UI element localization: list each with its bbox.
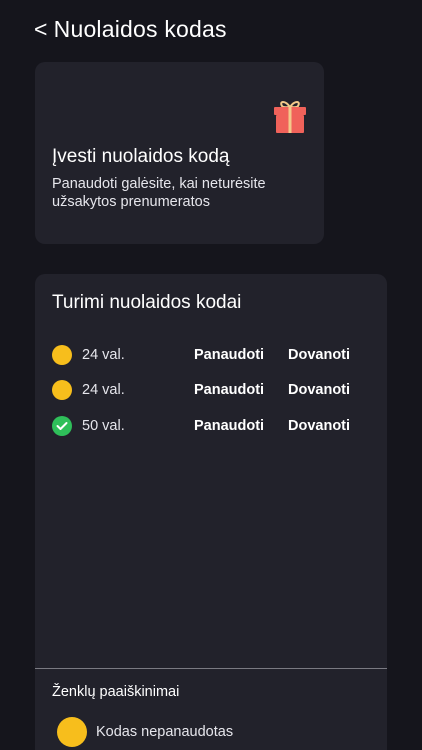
enter-code-card[interactable]: Įvesti nuolaidos kodą Panaudoti galėsite… bbox=[35, 62, 324, 244]
available-codes-card: Turimi nuolaidos kodai 24 val. Panaudoti… bbox=[35, 274, 387, 750]
gift-icon bbox=[274, 101, 306, 133]
available-codes-title: Turimi nuolaidos kodai bbox=[52, 292, 242, 313]
legend-title: Ženklų paaiškinimai bbox=[52, 684, 180, 700]
code-amount: 24 val. bbox=[82, 347, 125, 363]
back-chevron-icon: < bbox=[34, 16, 48, 42]
legend-item: Kodas nepanaudotas bbox=[57, 717, 233, 747]
use-code-button[interactable]: Panaudoti bbox=[194, 347, 288, 363]
gift-code-button[interactable]: Dovanoti bbox=[288, 382, 350, 398]
enter-code-subtitle: Panaudoti galėsite, kai neturėsite užsak… bbox=[52, 176, 266, 210]
unused-status-icon bbox=[52, 345, 72, 365]
enter-code-title: Įvesti nuolaidos kodą bbox=[52, 146, 230, 167]
gift-code-button[interactable]: Dovanoti bbox=[288, 418, 350, 434]
code-row: 50 val. Panaudoti Dovanoti bbox=[52, 414, 372, 438]
unused-legend-icon bbox=[57, 717, 87, 747]
code-row: 24 val. Panaudoti Dovanoti bbox=[52, 343, 372, 367]
checkmark-icon bbox=[56, 422, 68, 430]
gift-code-button[interactable]: Dovanoti bbox=[288, 347, 350, 363]
use-code-button[interactable]: Panaudoti bbox=[194, 382, 288, 398]
back-button[interactable]: < Nuolaidos kodas bbox=[34, 16, 227, 43]
legend-label: Kodas nepanaudotas bbox=[96, 724, 234, 740]
code-row: 24 val. Panaudoti Dovanoti bbox=[52, 378, 372, 402]
use-code-button[interactable]: Panaudoti bbox=[194, 418, 288, 434]
page-title: Nuolaidos kodas bbox=[53, 16, 227, 42]
code-amount: 50 val. bbox=[82, 418, 125, 434]
unused-status-icon bbox=[52, 380, 72, 400]
code-amount: 24 val. bbox=[82, 382, 125, 398]
used-check-icon bbox=[52, 416, 72, 436]
discount-code-screen: < Nuolaidos kodas Įvesti nuolaidos kodą … bbox=[0, 0, 422, 750]
divider bbox=[35, 668, 387, 669]
